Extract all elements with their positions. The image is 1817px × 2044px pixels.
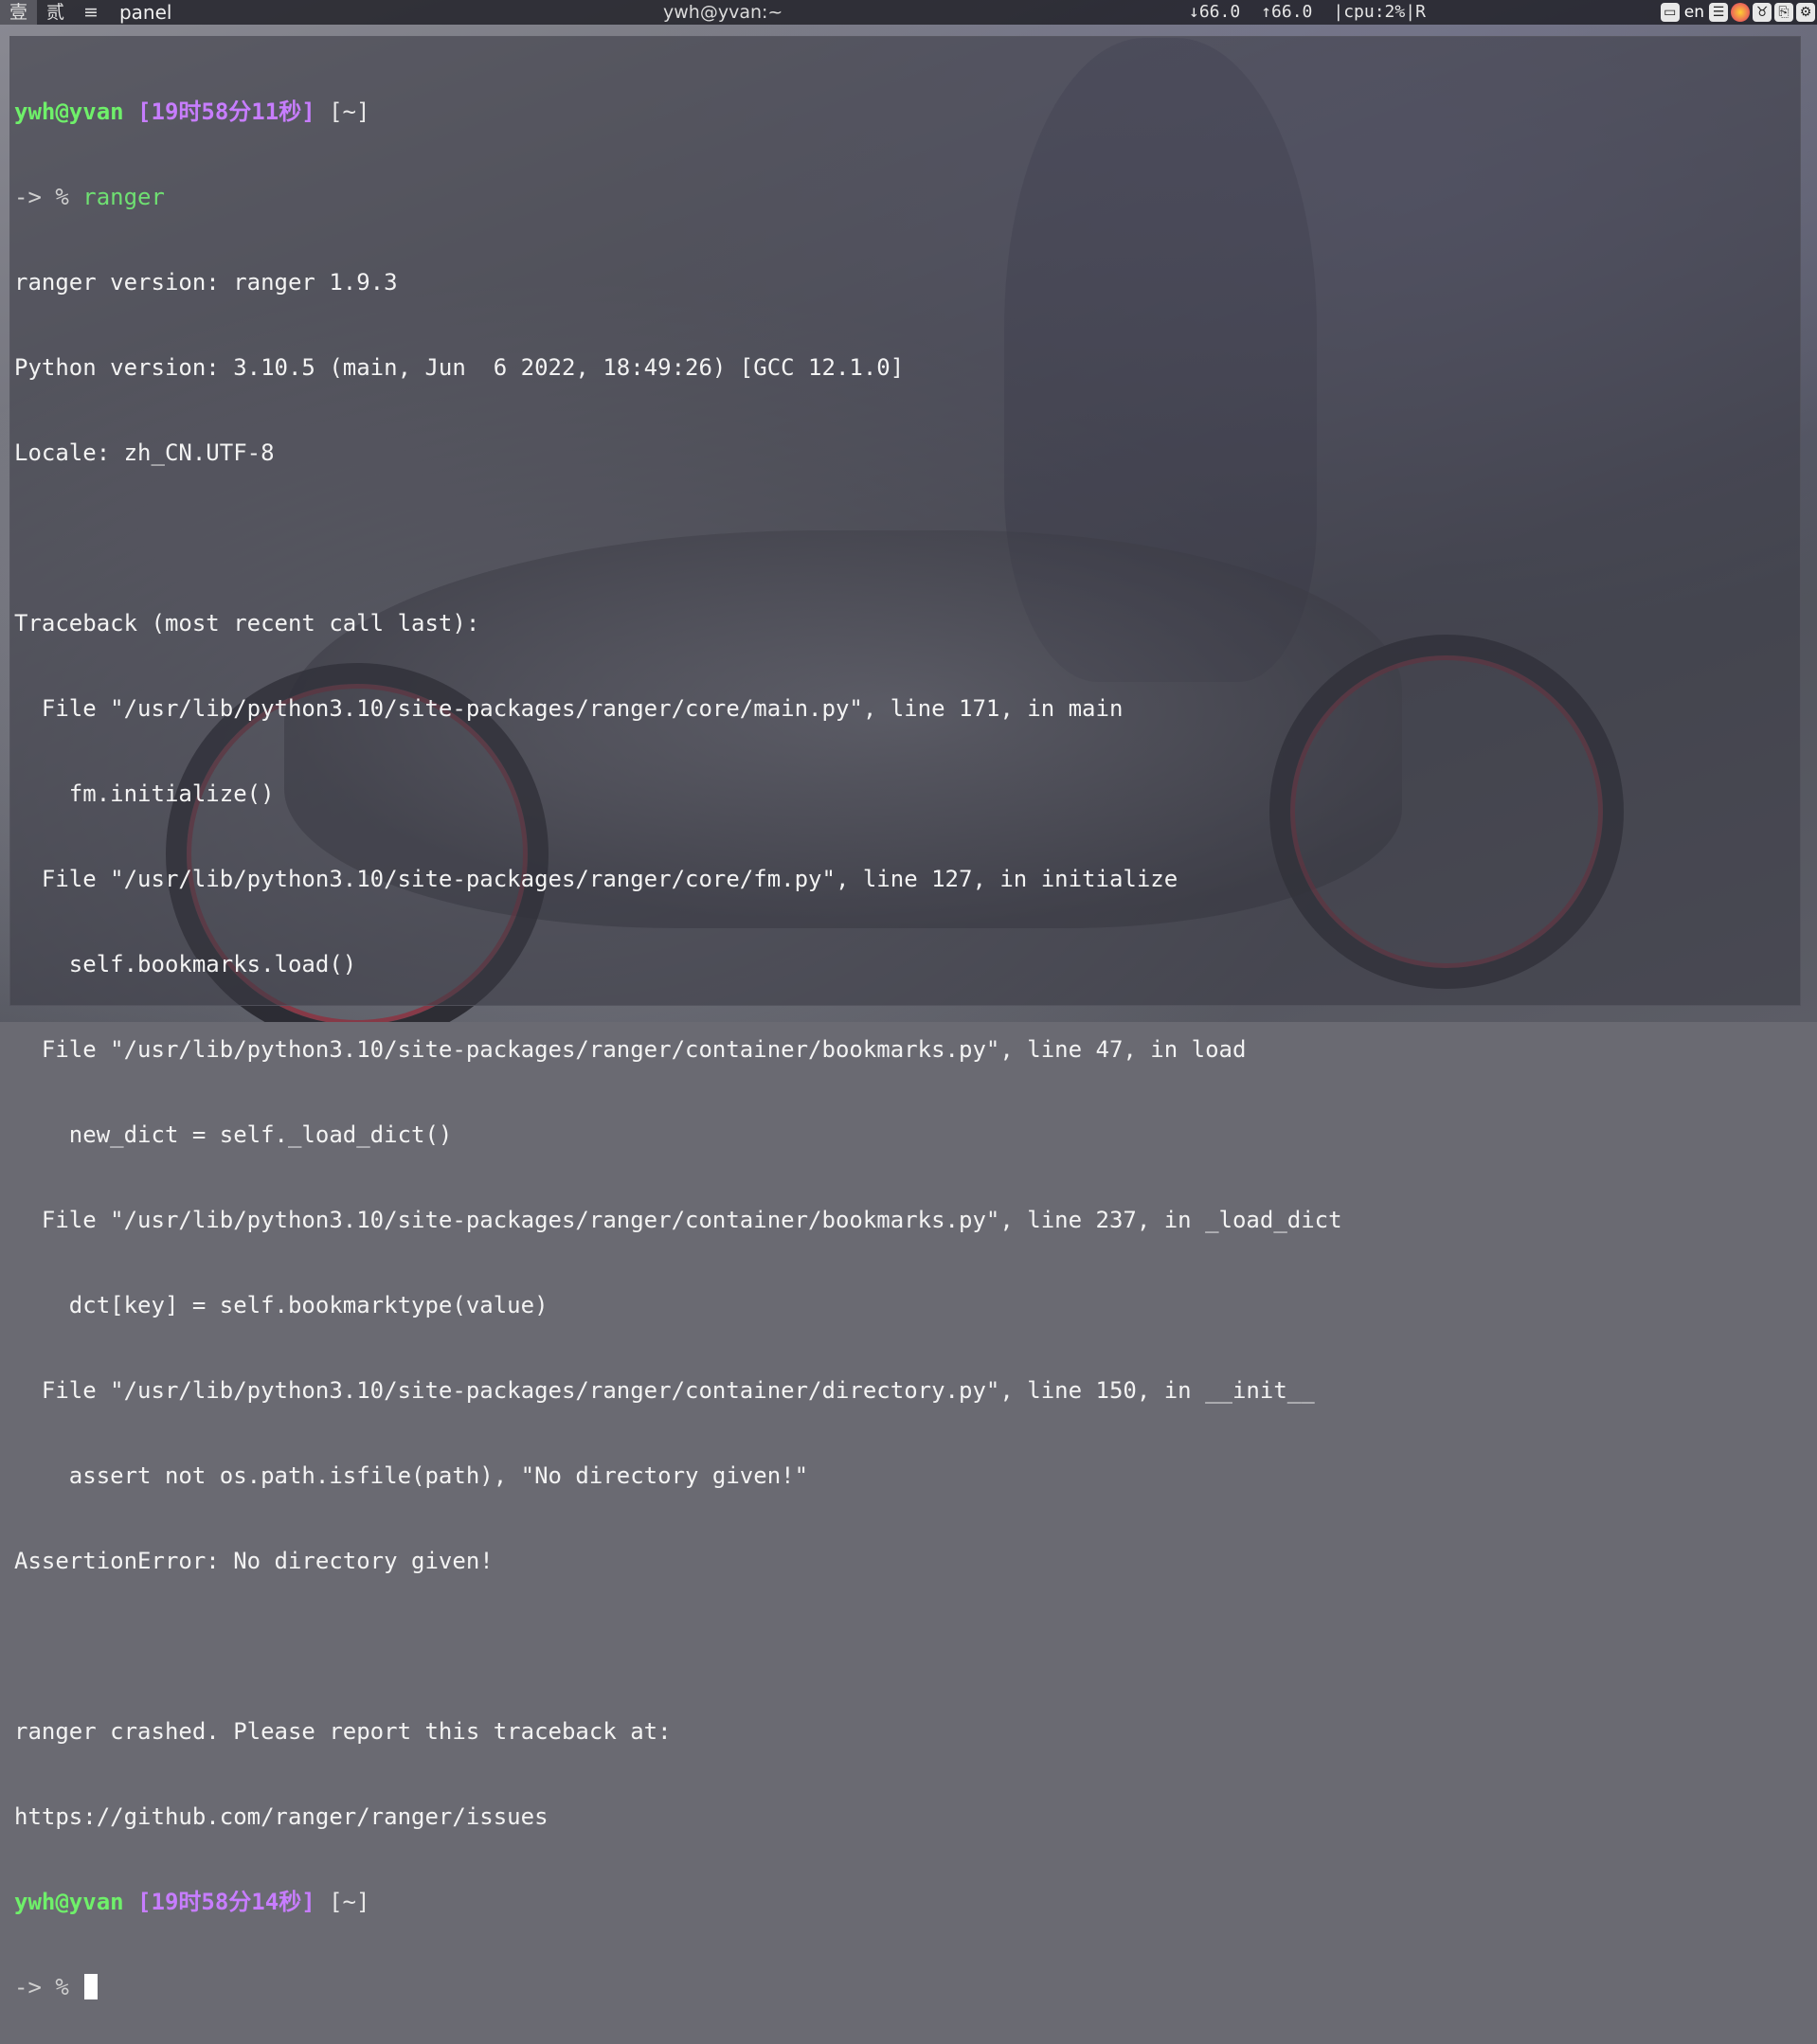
panel-title: panel	[118, 1, 172, 24]
output-line: self.bookmarks.load()	[14, 951, 357, 977]
output-line: ranger version: ranger 1.9.3	[14, 269, 398, 296]
top-panel: 壹 贰 ≡ panel ywh@yvan:~ ↓66.0 ↑66.0 |cpu:…	[0, 0, 1817, 25]
text-cursor	[84, 1974, 99, 1999]
output-line: dct[key] = self.bookmarktype(value)	[14, 1292, 549, 1318]
output-line: File "/usr/lib/python3.10/site-packages/…	[14, 866, 1178, 892]
prompt-cwd: [~]	[329, 1889, 370, 1915]
workspace-menu[interactable]: ≡	[74, 0, 108, 25]
prompt-time: [19时58分14秒]	[137, 1889, 315, 1915]
firefox-icon[interactable]	[1731, 3, 1750, 22]
prompt-arrow: -> %	[14, 184, 69, 210]
command-line[interactable]: -> %	[14, 1973, 1342, 2001]
output-line: File "/usr/lib/python3.10/site-packages/…	[14, 1377, 1315, 1404]
cpu-stat: |cpu:2%|R	[1333, 2, 1426, 22]
output-line: fm.initialize()	[14, 780, 275, 807]
prompt-cwd: [~]	[329, 99, 370, 125]
workspace-1[interactable]: 壹	[0, 0, 38, 25]
input-language[interactable]: en	[1682, 3, 1706, 22]
drive-icon[interactable]: ▭	[1660, 3, 1680, 22]
terminal-window[interactable]: ywh@yvan [19时58分11秒] [~] -> % ranger ran…	[9, 36, 1801, 2000]
terminal-output: ywh@yvan [19时58分11秒] [~] -> % ranger ran…	[14, 41, 1342, 2044]
prompt-line: ywh@yvan [19时58分14秒] [~]	[14, 1888, 1342, 1916]
net-down-stat: ↓66.0	[1189, 2, 1241, 22]
output-line: File "/usr/lib/python3.10/site-packages/…	[14, 1036, 1247, 1063]
output-line: Locale: zh_CN.UTF-8	[14, 439, 275, 466]
workspace-2[interactable]: 贰	[37, 0, 74, 25]
command-line: -> % ranger	[14, 183, 1342, 211]
menu-icon[interactable]: ☰	[1709, 3, 1728, 22]
window-title: ywh@yvan:~	[663, 2, 783, 23]
system-tray: ▭ en ☰ ♉ ⎘ ⚙	[1660, 2, 1815, 23]
output-line: ranger crashed. Please report this trace…	[14, 1718, 672, 1745]
gadget-icon[interactable]: ♉	[1753, 3, 1772, 22]
prompt-arrow: -> %	[14, 1974, 69, 2000]
clipboard-icon[interactable]: ⎘	[1774, 3, 1793, 22]
output-line: AssertionError: No directory given!	[14, 1548, 494, 1574]
output-line: Python version: 3.10.5 (main, Jun 6 2022…	[14, 354, 905, 381]
prompt-user: ywh@yvan	[14, 99, 124, 125]
prompt-line: ywh@yvan [19时58分11秒] [~]	[14, 98, 1342, 126]
output-line: https://github.com/ranger/ranger/issues	[14, 1803, 549, 1830]
output-line: Traceback (most recent call last):	[14, 610, 480, 637]
typed-command: ranger	[82, 184, 165, 210]
output-line: new_dict = self._load_dict()	[14, 1121, 453, 1148]
prompt-user: ywh@yvan	[14, 1889, 124, 1915]
net-up-stat: ↑66.0	[1261, 2, 1313, 22]
output-line: File "/usr/lib/python3.10/site-packages/…	[14, 1207, 1342, 1233]
prompt-time: [19时58分11秒]	[137, 99, 315, 125]
settings-icon[interactable]: ⚙	[1796, 3, 1815, 22]
output-line: File "/usr/lib/python3.10/site-packages/…	[14, 695, 1124, 722]
system-stats: ↓66.0 ↑66.0 |cpu:2%|R	[1189, 0, 1447, 25]
output-line: assert not os.path.isfile(path), "No dir…	[14, 1462, 809, 1489]
